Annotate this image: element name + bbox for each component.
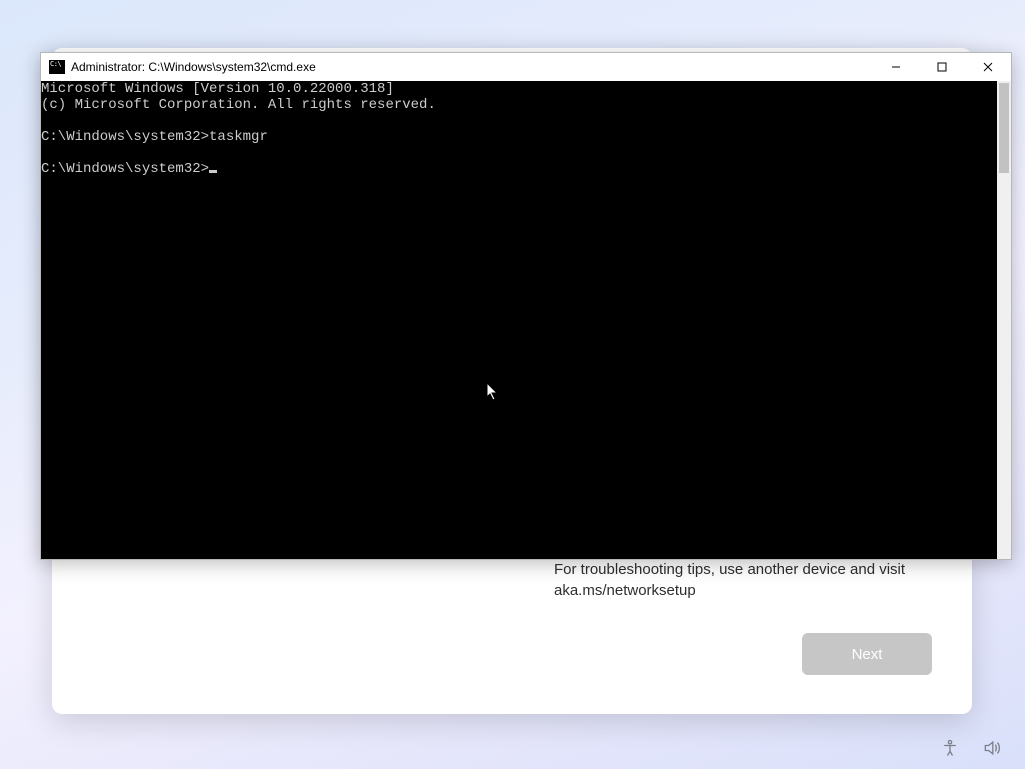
minimize-button[interactable] — [873, 53, 919, 81]
cmd-window[interactable]: Administrator: C:\Windows\system32\cmd.e… — [40, 52, 1012, 560]
cmd-prompt-1-path: C:\Windows\system32> — [41, 129, 209, 145]
cmd-titlebar[interactable]: Administrator: C:\Windows\system32\cmd.e… — [41, 53, 1011, 81]
volume-icon[interactable] — [981, 737, 1003, 759]
cmd-prompt-2: C:\Windows\system32> — [41, 161, 997, 177]
cmd-title: Administrator: C:\Windows\system32\cmd.e… — [71, 60, 316, 74]
system-tray — [939, 737, 1003, 759]
oobe-troubleshoot-line1: For troubleshooting tips, use another de… — [554, 561, 905, 578]
next-button[interactable]: Next — [802, 633, 932, 675]
maximize-button[interactable] — [919, 53, 965, 81]
window-controls — [873, 53, 1011, 81]
cmd-cursor — [209, 170, 217, 173]
cmd-output[interactable]: Microsoft Windows [Version 10.0.22000.31… — [41, 81, 997, 559]
close-button[interactable] — [965, 53, 1011, 81]
cmd-body-wrap: Microsoft Windows [Version 10.0.22000.31… — [41, 81, 1011, 559]
oobe-troubleshoot-line2: aka.ms/networksetup — [554, 582, 696, 599]
cmd-prompt-1-command: taskmgr — [209, 129, 268, 145]
cmd-blank-line — [41, 113, 997, 129]
cmd-prompt-2-path: C:\Windows\system32> — [41, 161, 209, 177]
cmd-copyright-line: (c) Microsoft Corporation. All rights re… — [41, 97, 997, 113]
cmd-scrollbar[interactable] — [997, 81, 1011, 559]
cmd-blank-line-2 — [41, 145, 997, 161]
oobe-troubleshoot-text: For troubleshooting tips, use another de… — [554, 559, 914, 601]
accessibility-icon[interactable] — [939, 737, 961, 759]
cmd-version-line: Microsoft Windows [Version 10.0.22000.31… — [41, 81, 997, 97]
cmd-icon — [49, 60, 65, 74]
cmd-prompt-1: C:\Windows\system32>taskmgr — [41, 129, 997, 145]
